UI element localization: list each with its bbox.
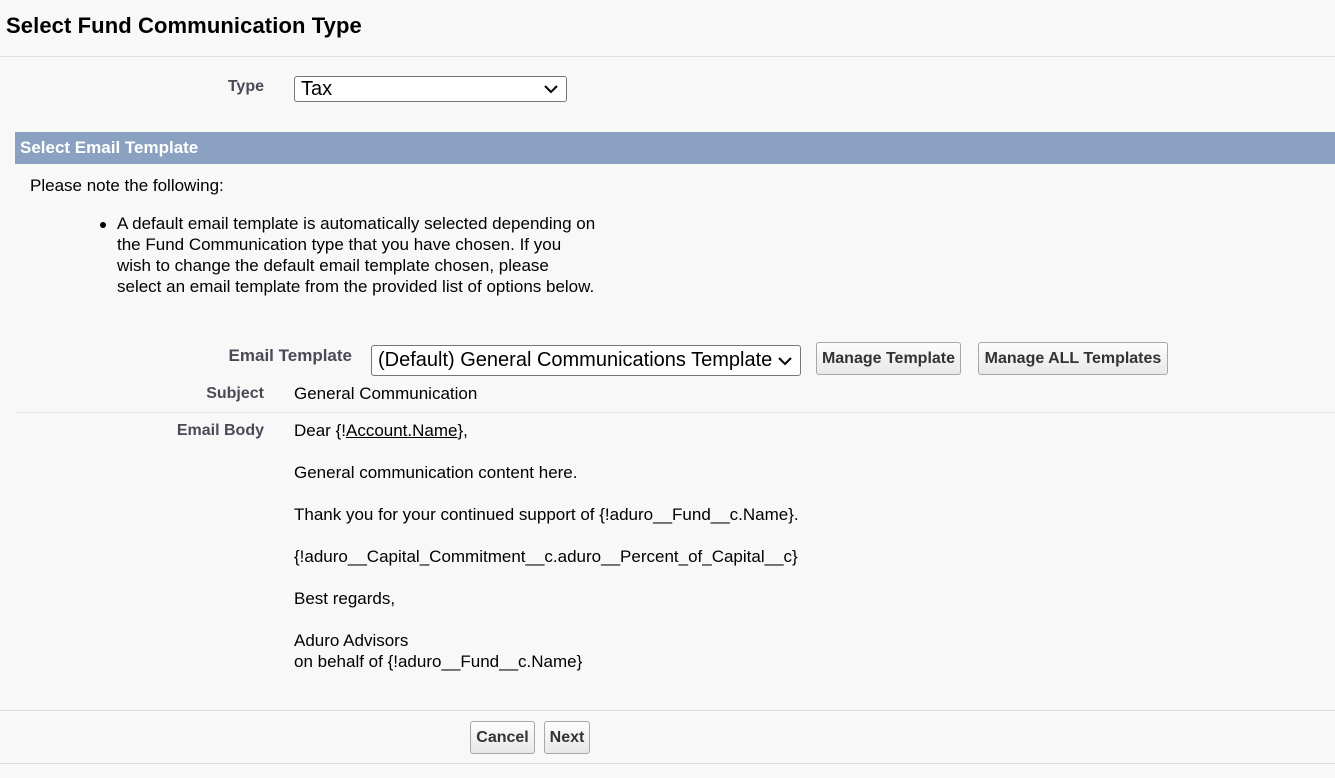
account-name-link[interactable]: Account.Name [346,421,458,440]
manage-template-button[interactable]: Manage Template [816,342,961,375]
note-bullet: A default email template is automaticall… [117,214,596,296]
email-body-line: on behalf of {!aduro__Fund__c.Name} [294,652,583,671]
section-header: Select Email Template [15,132,1335,164]
email-body-line: {!aduro__Capital_Commitment__c.aduro__Pe… [294,547,798,566]
type-select[interactable]: Tax [294,76,567,102]
subject-label: Subject [206,385,264,402]
email-body-line: Thank you for your continued support of … [294,505,799,524]
email-body-label: Email Body [176,422,264,439]
cancel-button[interactable]: Cancel [470,721,535,754]
next-button[interactable]: Next [544,721,590,754]
email-body-greeting: Dear {!Account.Name}, [294,421,468,441]
greeting-suffix: }, [457,421,468,440]
email-body-line: Best regards, [294,589,396,608]
email-template-label: Email Template [228,346,352,365]
row-divider [15,412,1335,413]
email-body-line: Aduro Advisors [294,631,409,650]
footer-divider-bottom [0,763,1335,764]
subject-value: General Communication [294,384,478,403]
page-title: Select Fund Communication Type [6,13,362,38]
note-intro: Please note the following: [30,176,224,195]
footer-divider [0,710,1335,711]
chevron-down-icon [778,356,792,365]
email-template-select[interactable]: (Default) General Communications Templat… [371,345,801,376]
manage-all-templates-button[interactable]: Manage ALL Templates [978,342,1168,375]
email-template-value: (Default) General Communications Templat… [378,349,773,371]
section-title: Select Email Template [20,138,199,157]
page: Select Fund Communication Type Type Tax … [0,0,1335,778]
greeting-prefix: Dear {! [294,421,346,440]
type-label: Type [227,78,264,95]
bullet-dot [100,222,106,228]
header-divider [0,56,1335,57]
type-select-value: Tax [301,77,333,100]
email-body-line: General communication content here. [294,463,578,482]
chevron-down-icon [544,85,558,94]
